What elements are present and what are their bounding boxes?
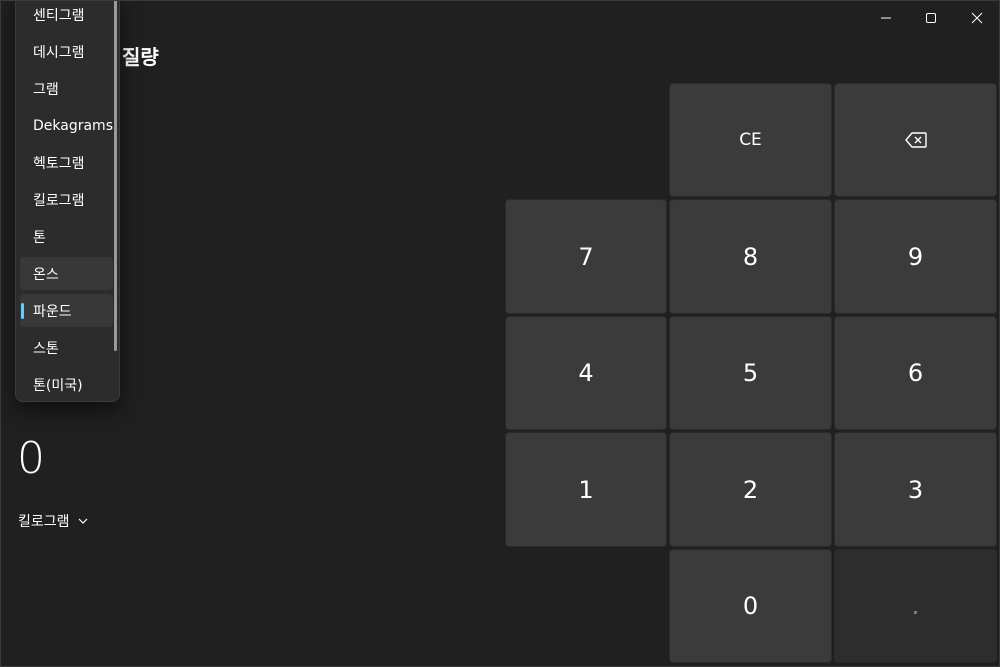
unit-option-label: 센티그램 [33,7,85,24]
unit-option-ounce[interactable]: 온스 [20,257,113,290]
maximize-icon [926,13,936,23]
unit-option-short-ton[interactable]: 톤(미국) [20,368,113,401]
unit-option-label: 스톤 [33,340,59,357]
digit-0-button[interactable]: 0 [669,549,832,663]
minimize-button[interactable] [863,1,909,35]
digit-9-button[interactable]: 9 [834,199,997,314]
close-button[interactable] [954,1,999,35]
unit-option-hectogram[interactable]: 헥토그램 [20,146,113,179]
close-icon [971,12,983,24]
decimal-button[interactable]: . [834,549,997,663]
backspace-icon [904,132,927,148]
unit-selector[interactable]: 킬로그램 [18,511,88,531]
unit-dropdown-list: 센티그램 데시그램 그램 Dekagrams 헥토그램 킬로그램 톤 온스 파운… [15,1,120,402]
digit-2-button[interactable]: 2 [669,432,832,547]
unit-option-label: 헥토그램 [33,155,85,172]
minimize-icon [881,17,891,19]
digit-4-button[interactable]: 4 [505,316,667,430]
page-title: 질량 [122,45,159,69]
unit-option-decigram[interactable]: 데시그램 [20,35,113,68]
unit-option-label: 킬로그램 [33,192,85,209]
unit-option-gram[interactable]: 그램 [20,72,113,105]
calculator-window: 질량 0 킬로그램 CE 7 8 9 4 5 6 1 2 3 0 . 센티그램 … [0,0,1000,667]
value-display: 0 [17,433,45,484]
unit-selector-label: 킬로그램 [18,514,70,530]
unit-option-stone[interactable]: 스톤 [20,331,113,364]
selected-indicator [21,303,24,319]
unit-option-tonne[interactable]: 톤 [20,220,113,253]
unit-option-centigram[interactable]: 센티그램 [20,1,113,31]
digit-6-button[interactable]: 6 [834,316,997,430]
unit-option-label: 톤(미국) [33,377,83,394]
maximize-button[interactable] [908,1,954,35]
unit-option-label: 파운드 [33,303,72,320]
clear-entry-button[interactable]: CE [669,83,832,197]
unit-option-label: 그램 [33,81,59,98]
unit-option-pound[interactable]: 파운드 [20,294,113,327]
digit-5-button[interactable]: 5 [669,316,832,430]
digit-1-button[interactable]: 1 [505,432,667,547]
unit-option-label: Dekagrams [33,117,113,134]
digit-3-button[interactable]: 3 [834,432,997,547]
unit-option-dekagram[interactable]: Dekagrams [20,109,113,142]
backspace-button[interactable] [834,83,997,197]
unit-option-kilogram[interactable]: 킬로그램 [20,183,113,216]
unit-option-label: 데시그램 [33,44,85,61]
digit-8-button[interactable]: 8 [669,199,832,314]
unit-option-label: 톤 [33,229,46,246]
dropdown-scrollbar[interactable] [114,1,117,351]
chevron-down-icon [78,518,87,524]
digit-7-button[interactable]: 7 [505,199,667,314]
unit-option-label: 온스 [33,266,59,283]
